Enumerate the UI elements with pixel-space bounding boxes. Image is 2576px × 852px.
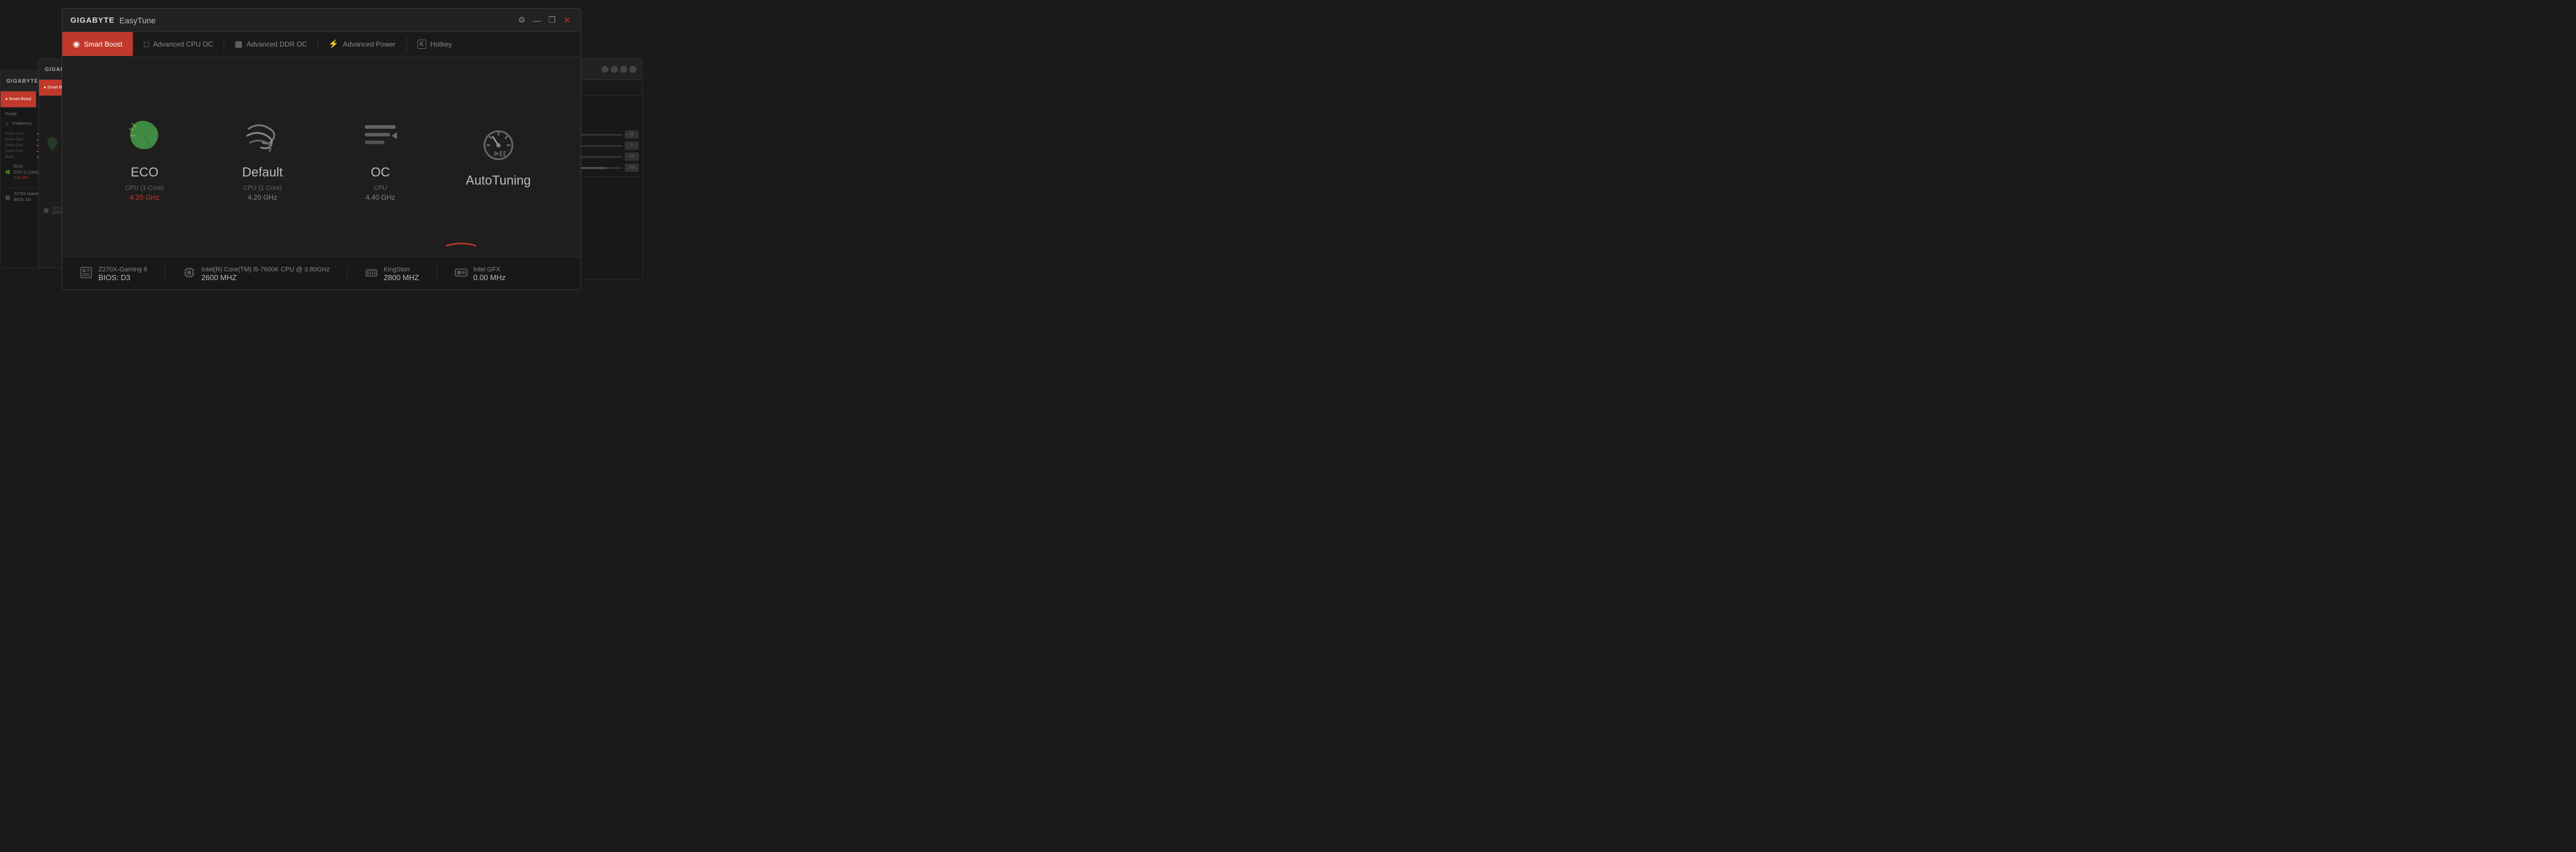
status-bar: Z270X-Gaming 8 BIOS: D3 [62,257,581,290]
ghost-slider-label: Boost [5,155,34,159]
eco-label-ghost: ECO [14,165,38,169]
maximize-icon[interactable]: ❐ [547,15,557,26]
ddr-oc-label: Advanced DDR OC [246,40,307,48]
eco-mode-freq: 4.20 GHz [130,193,160,201]
content-area: ECO CPU (1 Core) 4.20 GHz Default CPU (1… [62,56,581,257]
power-icon: ⚡ [328,39,338,49]
mode-card-default[interactable]: Default CPU (1 Core) 4.20 GHz [216,101,309,213]
close-icon[interactable]: ✕ [562,15,572,26]
status-gpu: Intel GFX 0.00 MHz [437,266,523,282]
ghost-icon-9 [620,66,627,73]
ghost-tab-smart-boost-1[interactable]: ● Smart Boost [1,91,36,107]
titlebar-controls: ⚙ — ❐ ✕ [516,15,572,26]
tab-advanced-cpu-oc[interactable]: □ Advanced CPU OC [133,32,224,56]
ghost-slider-label: Active Core [5,138,34,142]
app-logo: GIGABYTE [70,16,115,24]
ram-freq: 2800 MHZ [384,273,419,282]
cpu-oc-label: Advanced CPU OC [153,40,213,48]
cpu-icon [183,266,196,282]
ghost-right-val: 180 [625,164,639,172]
cpu-freq: 2600 MHZ [201,273,330,282]
mode-card-oc[interactable]: OC CPU 4.40 GHz [334,101,427,213]
settings-icon[interactable]: ⚙ [516,15,527,26]
gpu-name: Intel GFX [473,266,506,273]
default-icon [239,112,286,159]
gpu-freq: 0.00 MHz [473,273,506,282]
default-mode-freq: 4.20 GHz [247,193,277,201]
ghost-slider-label: Active Core [5,144,34,147]
status-motherboard: Z270X-Gaming 8 BIOS: D3 [74,266,165,282]
oc-mode-freq: 4.40 GHz [366,193,395,201]
tab-advanced-power[interactable]: ⚡ Advanced Power [318,32,406,56]
main-window: GIGABYTE EasyTune ⚙ — ❐ ✕ ◉ Smart Boost … [62,8,581,290]
ghost-icon-7 [601,66,608,73]
ghost-slider-label: Turbo Core [5,150,34,153]
cpu-name: Intel(R) Core(TM) i5-7600K CPU @ 3.80GHz [201,266,330,273]
profile-label-ghost: Profile [5,112,17,116]
tab-smart-boost[interactable]: ◉ Smart Boost [62,32,133,56]
autotuning-mode-name: AutoTuning [466,173,531,188]
ghost-icon-10 [629,66,636,73]
mobo-bios: BIOS: D3 [98,273,147,282]
autotuning-icon [475,121,522,167]
status-ram: KingSton 2800 MHZ [348,266,437,282]
mode-card-eco[interactable]: ECO CPU (1 Core) 4.20 GHz [98,101,191,213]
oc-mode-name: OC [371,165,390,180]
eco-mode-name: ECO [130,165,158,180]
ram-icon [365,266,378,282]
eco-ghz-ghost: 4.20 GHz [14,176,38,180]
app-name: EasyTune [119,16,156,25]
titlebar: GIGABYTE EasyTune ⚙ — ❐ ✕ [62,9,581,32]
cpu-oc-icon: □ [144,40,148,49]
eco-mode-sub: CPU (1 Core) [125,185,164,192]
ghost-right-val: 28 [625,130,639,139]
mobo-icon [80,266,93,282]
default-mode-sub: CPU (1 Core) [243,185,282,192]
minimize-icon[interactable]: — [532,15,542,26]
eco-icon [121,112,168,159]
mobo-name: Z270X-Gaming 8 [98,266,147,273]
smart-boost-icon: ◉ [73,39,80,49]
ghost-slider-label: Active Core [5,132,34,136]
status-cpu: Intel(R) Core(TM) i5-7600K CPU @ 3.80GHz… [165,266,348,282]
smart-boost-label: Smart Boost [84,40,122,48]
tab-hotkey[interactable]: K Hotkey [407,32,463,56]
ghost-logo-1: GIGABYTE [6,78,38,84]
hotkey-label: Hotkey [430,40,452,48]
oc-icon [357,112,404,159]
gpu-icon [455,266,468,282]
ghost-icon-8 [611,66,618,73]
power-label: Advanced Power [343,40,396,48]
eco-sub-ghost: CPU (1 Core) [14,171,38,175]
default-mode-name: Default [242,165,283,180]
hotkey-nav-icon: K [417,40,426,49]
ghost-right-val: 5 [625,142,639,150]
mode-card-autotuning[interactable]: AutoTuning [452,109,545,204]
autotuning-indicator [444,239,479,250]
nav-bar: ◉ Smart Boost □ Advanced CPU OC ▦ Advanc… [62,32,581,56]
ghost-right-val: 16 [625,153,639,161]
ram-brand: KingSton [384,266,419,273]
freq-label-ghost: Frequency [12,122,31,126]
oc-mode-sub: CPU [374,185,387,192]
tab-advanced-ddr-oc[interactable]: ▦ Advanced DDR OC [224,32,317,56]
ddr-oc-icon: ▦ [235,39,242,49]
